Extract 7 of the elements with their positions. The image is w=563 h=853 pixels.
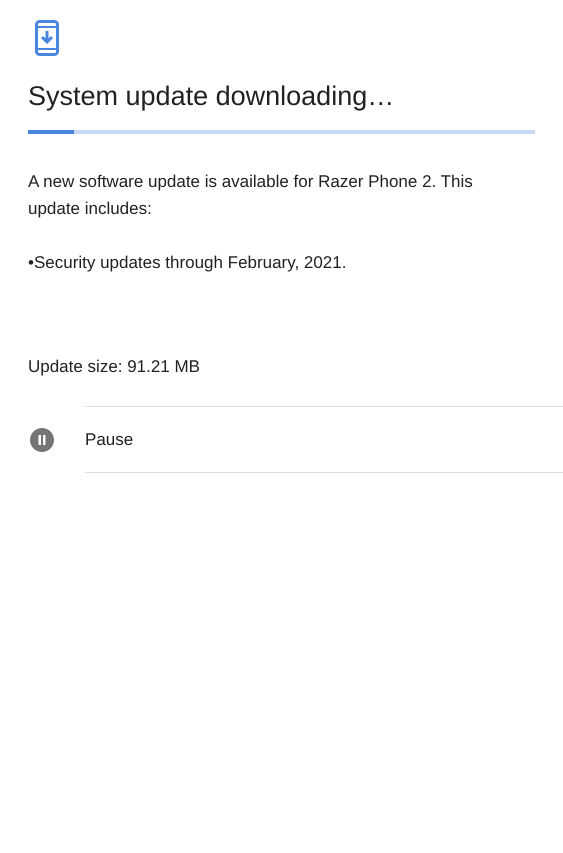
bullet-item: •Security updates through February, 2021. [28,252,348,274]
phone-download-icon [35,20,59,56]
description: A new software update is available for Razer Phone 2. This update includes: [28,171,474,220]
title: System update downloading… [28,80,396,113]
pause-button[interactable]: Pause [0,406,563,473]
pause-icon [30,428,54,452]
update-size: Update size: 91.21 MB [28,356,201,378]
